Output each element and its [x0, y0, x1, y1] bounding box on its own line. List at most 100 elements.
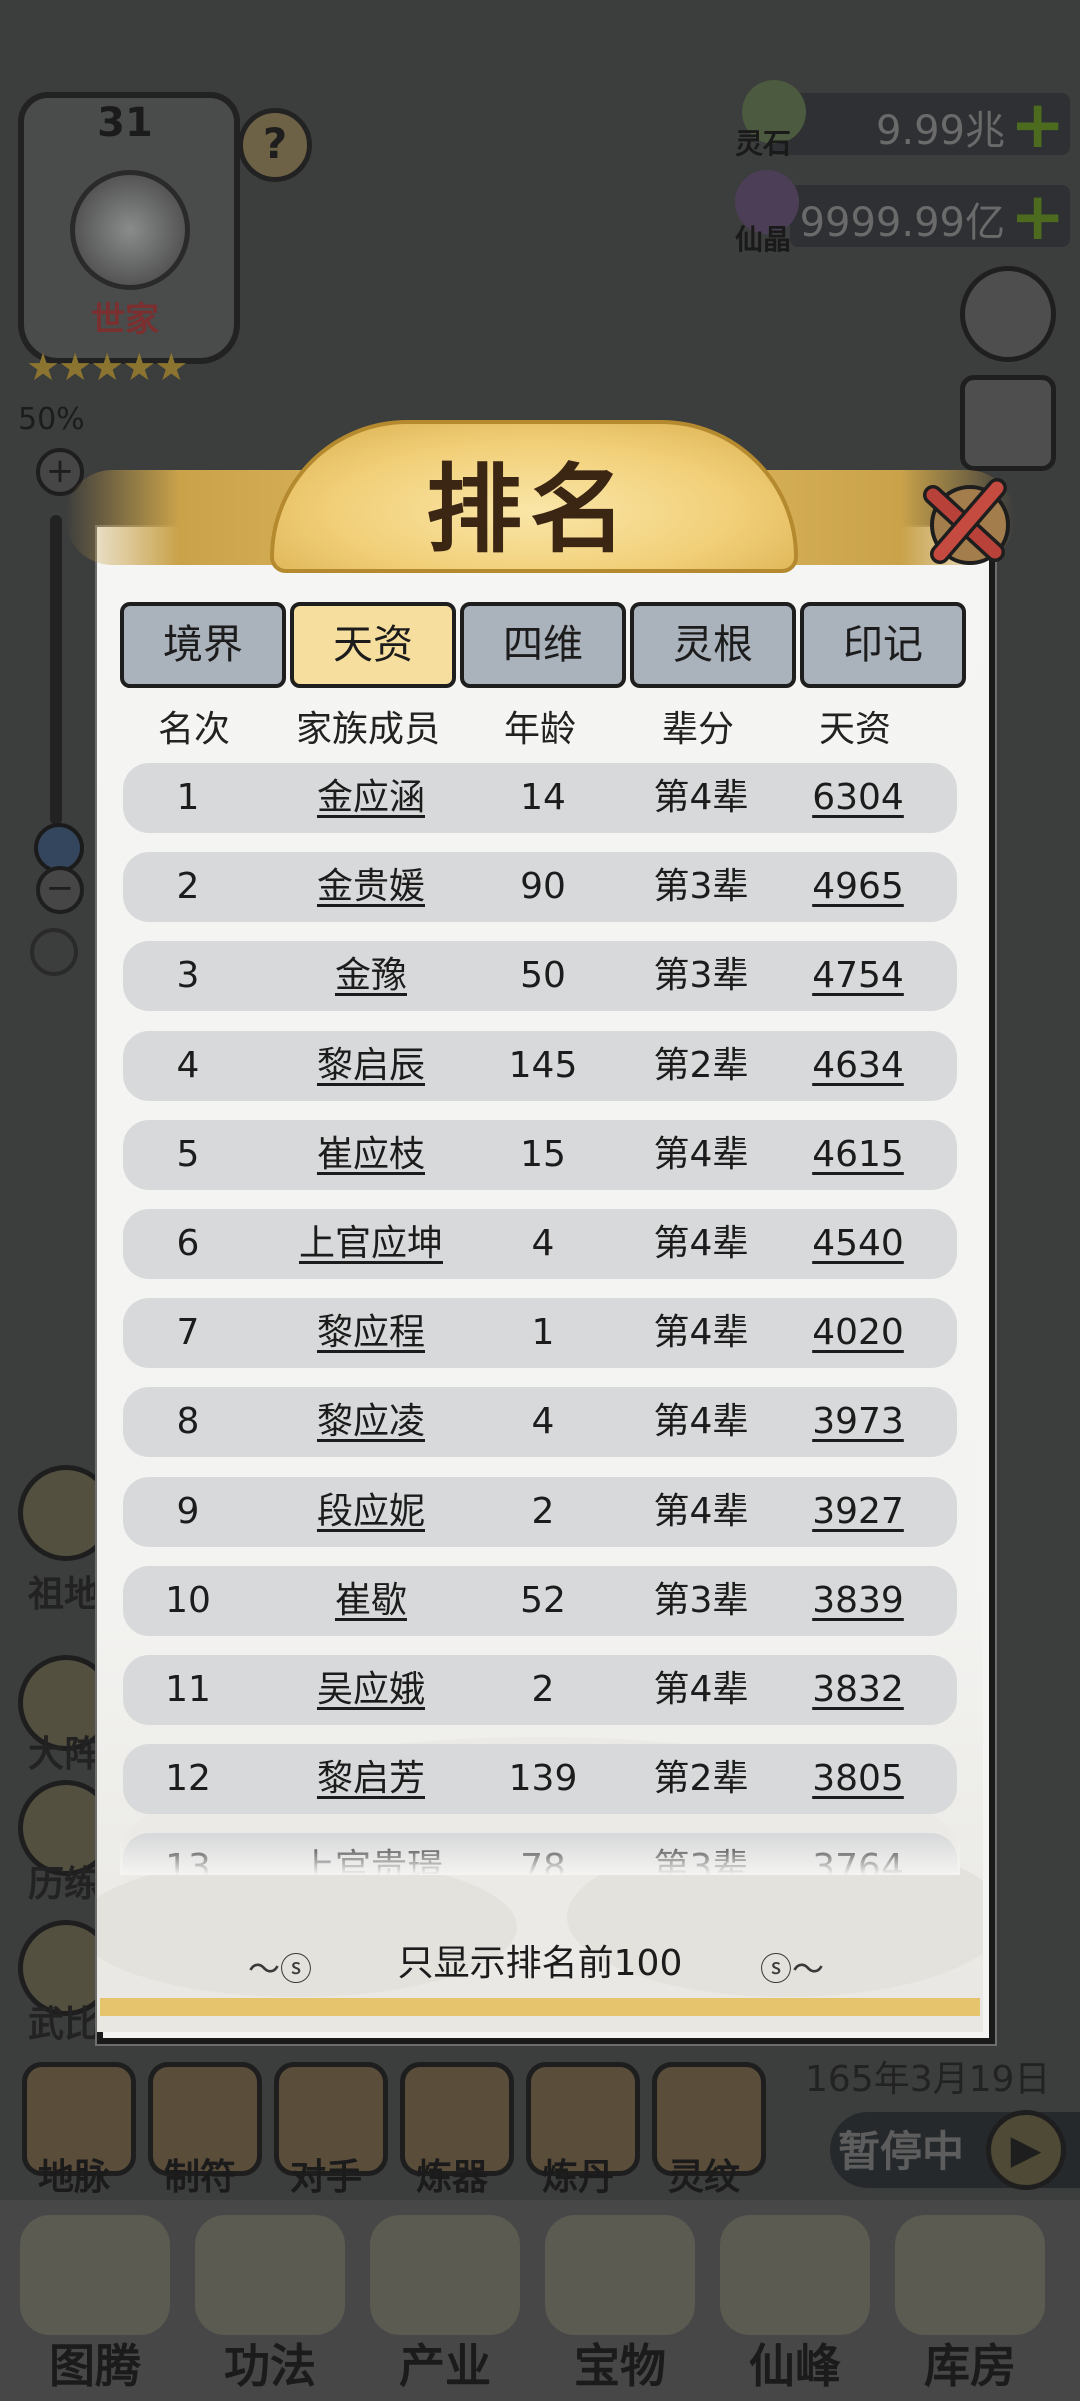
- ranking-list[interactable]: 1 金应涵 14 第4辈 6304 2 金贵媛 90 第3辈 4965 3 金豫 50 第3辈 4754 4 黎…: [120, 755, 960, 1875]
- row-talent-value[interactable]: 4540: [793, 1209, 923, 1279]
- row-generation: 第2辈: [653, 1758, 749, 1800]
- tab-four-dimensions[interactable]: 四维: [460, 602, 626, 688]
- row-member-name[interactable]: 黎应程: [271, 1298, 471, 1368]
- row-age: 139: [508, 1758, 578, 1800]
- table-row[interactable]: 5 崔应枝 15 第4辈 4615: [123, 1119, 957, 1190]
- tab-realm[interactable]: 境界: [120, 602, 286, 688]
- table-row[interactable]: 10 崔歇 52 第3辈 3839: [123, 1565, 957, 1636]
- row-rank: 1: [176, 777, 200, 818]
- nav-totem[interactable]: 图腾: [20, 2330, 170, 2396]
- trial-label: 历练: [28, 1864, 101, 1905]
- row-talent-value[interactable]: 3832: [793, 1655, 923, 1725]
- row-member-name[interactable]: 段应妮: [271, 1477, 471, 1547]
- row-talent-value[interactable]: 3973: [793, 1387, 923, 1457]
- play-icon[interactable]: ▶: [986, 2110, 1066, 2190]
- row-member-name[interactable]: 崔应枝: [271, 1120, 471, 1190]
- table-row[interactable]: 8 黎应凌 4 第4辈 3973: [123, 1387, 957, 1458]
- row-rank: 9: [176, 1490, 200, 1532]
- row-talent-value[interactable]: 3927: [793, 1477, 923, 1547]
- tab-talent[interactable]: 天资: [290, 602, 456, 688]
- row-member-name[interactable]: 黎启芳: [271, 1744, 471, 1814]
- row-talent-value[interactable]: 4634: [793, 1031, 923, 1101]
- row-member-name[interactable]: 上官应坤: [271, 1209, 471, 1279]
- row-age: 4: [531, 1401, 555, 1443]
- zoom-out-button[interactable]: −: [36, 866, 84, 914]
- right-swirl-icon: ⓢ〜: [760, 1950, 825, 1988]
- row-talent-value[interactable]: 6304: [793, 763, 923, 833]
- add-spirit-stone-button[interactable]: +: [1010, 92, 1065, 158]
- earth-vein-label: 地脉: [37, 2157, 110, 2198]
- industry-icon[interactable]: [370, 2215, 520, 2335]
- row-member-name[interactable]: 黎启辰: [271, 1031, 471, 1101]
- row-rank: 11: [165, 1669, 211, 1710]
- row-member-name[interactable]: 黎应凌: [271, 1387, 471, 1457]
- row-talent-value[interactable]: 3839: [793, 1566, 923, 1636]
- add-immortal-crystal-button[interactable]: +: [1010, 184, 1065, 250]
- col-member: 家族成员: [295, 709, 440, 750]
- row-rank: 12: [165, 1758, 211, 1800]
- dialog-title: 排名: [426, 453, 634, 566]
- family-emblem-icon: [70, 170, 190, 290]
- row-rank: 3: [176, 955, 200, 997]
- row-age: 52: [520, 1579, 566, 1621]
- row-talent-value[interactable]: 4754: [793, 941, 923, 1011]
- help-button[interactable]: ?: [238, 108, 312, 182]
- dialog-bottom-band: [100, 1998, 980, 2016]
- scroll-icon[interactable]: [960, 375, 1056, 471]
- star-rating: ★★★★★: [26, 345, 188, 389]
- table-row[interactable]: 11 吴应娥 2 第4辈 3832: [123, 1655, 957, 1725]
- col-age: 年龄: [503, 709, 576, 750]
- table-row[interactable]: 2 金贵媛 90 第3辈 4965: [123, 852, 957, 923]
- row-age: 2: [531, 1490, 555, 1532]
- row-talent-value[interactable]: 4615: [793, 1120, 923, 1190]
- zoom-slider-track[interactable]: [50, 515, 62, 825]
- row-rank: 7: [176, 1312, 200, 1354]
- talisman-label: 制符: [163, 2157, 236, 2198]
- row-rank: 10: [165, 1579, 211, 1621]
- row-member-name[interactable]: 吴应娥: [271, 1655, 471, 1725]
- tab-spirit-root[interactable]: 灵根: [630, 602, 796, 688]
- family-level: 31: [97, 100, 153, 146]
- immortal-peak-icon[interactable]: [720, 2215, 870, 2335]
- row-member-name[interactable]: 崔歇: [271, 1566, 471, 1636]
- row-member-name[interactable]: 金贵媛: [271, 852, 471, 922]
- spirit-pattern-label: 灵纹: [667, 2157, 740, 2198]
- nav-immortal-peak[interactable]: 仙峰: [720, 2330, 870, 2396]
- row-member-name[interactable]: 金应涵: [271, 763, 471, 833]
- warehouse-icon[interactable]: [895, 2215, 1045, 2335]
- row-generation: 第3辈: [653, 955, 749, 997]
- close-icon[interactable]: [915, 470, 1015, 570]
- row-talent-value[interactable]: 3805: [793, 1744, 923, 1814]
- row-talent-value[interactable]: 4020: [793, 1298, 923, 1368]
- table-row[interactable]: 3 金豫 50 第3辈 4754: [123, 941, 957, 1012]
- row-generation: 第4辈: [653, 1401, 749, 1443]
- nav-treasure[interactable]: 宝物: [545, 2330, 695, 2396]
- nav-technique[interactable]: 功法: [195, 2330, 345, 2396]
- col-talent: 天资: [818, 709, 891, 750]
- totem-icon[interactable]: [20, 2215, 170, 2335]
- table-row[interactable]: 9 段应妮 2 第4辈 3927: [123, 1476, 957, 1547]
- treasure-icon[interactable]: [545, 2215, 695, 2335]
- row-generation: 第3辈: [653, 1579, 749, 1621]
- settings-gear-icon[interactable]: [960, 266, 1056, 362]
- row-generation: 第4辈: [653, 1133, 749, 1175]
- table-row[interactable]: 12 黎启芳 139 第2辈 3805: [123, 1744, 957, 1815]
- footer-note: 只显示排名前100: [397, 1943, 683, 1984]
- tab-mark[interactable]: 印记: [800, 602, 966, 688]
- col-generation: 辈分: [661, 709, 734, 750]
- table-row[interactable]: 4 黎启辰 145 第2辈 4634: [123, 1030, 957, 1101]
- table-row[interactable]: 6 上官应坤 4 第4辈 4540: [123, 1209, 957, 1279]
- row-generation: 第3辈: [653, 866, 749, 908]
- nav-warehouse[interactable]: 库房: [895, 2330, 1045, 2396]
- row-talent-value[interactable]: 4965: [793, 852, 923, 922]
- nav-industry[interactable]: 产业: [370, 2330, 520, 2396]
- row-rank: 4: [176, 1044, 200, 1086]
- locate-icon[interactable]: [30, 928, 78, 976]
- row-age: 50: [520, 955, 566, 997]
- row-member-name[interactable]: 金豫: [271, 941, 471, 1011]
- technique-icon[interactable]: [195, 2215, 345, 2335]
- ancestral-land-label: 祖地: [28, 1574, 101, 1615]
- table-row[interactable]: 1 金应涵 14 第4辈 6304: [123, 763, 957, 833]
- table-row[interactable]: 7 黎应程 1 第4辈 4020: [123, 1298, 957, 1369]
- row-generation: 第2辈: [653, 1044, 749, 1086]
